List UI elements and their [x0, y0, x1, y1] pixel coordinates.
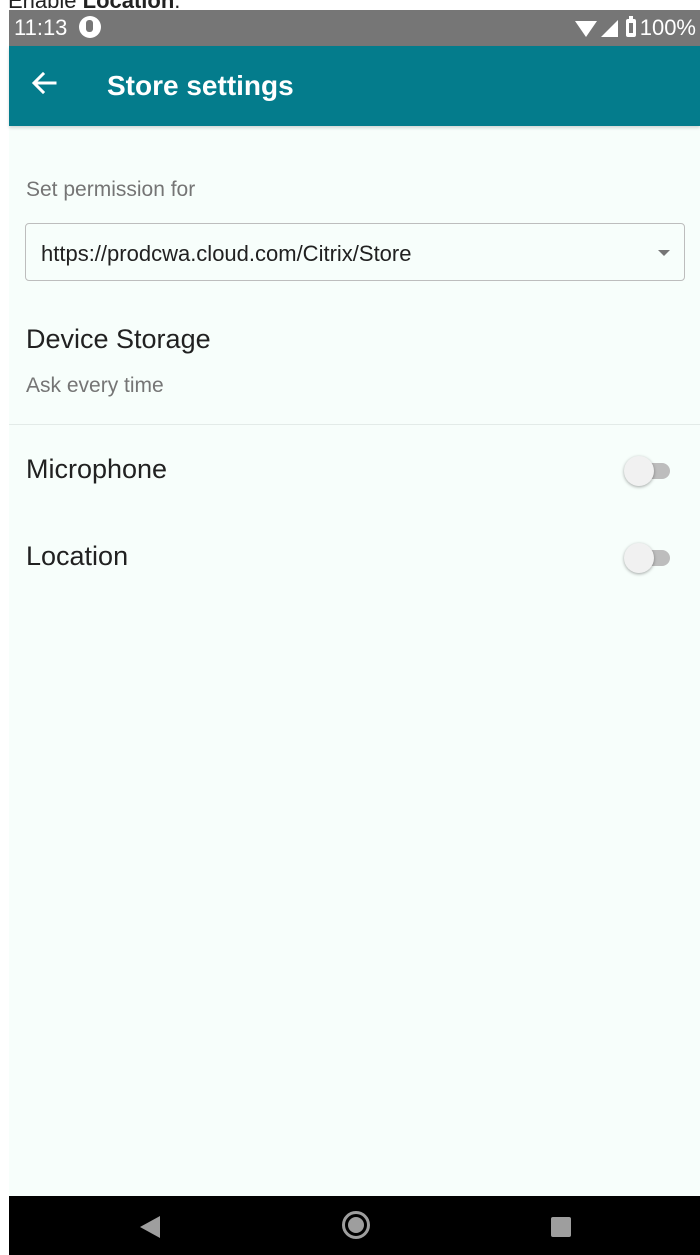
nav-back-icon[interactable] — [140, 1216, 160, 1238]
arrow-back-icon[interactable] — [29, 68, 59, 98]
cell-signal-icon — [600, 19, 618, 37]
microphone-toggle[interactable] — [624, 456, 672, 486]
nav-recents-icon[interactable] — [551, 1217, 571, 1237]
system-nav-bar — [9, 1196, 700, 1255]
nav-home-icon[interactable] — [342, 1211, 370, 1239]
battery-icon — [625, 16, 636, 37]
dropdown-caret-icon — [658, 250, 670, 256]
device-storage-title[interactable]: Device Storage — [26, 324, 211, 355]
status-bar: 11:13 100% — [9, 10, 700, 46]
phone-screen: 11:13 100% Store settings Set permission… — [9, 10, 700, 1255]
device-storage-value: Ask every time — [26, 374, 164, 397]
notification-icon — [79, 16, 101, 38]
location-toggle[interactable] — [624, 543, 672, 573]
divider — [9, 424, 700, 425]
app-bar: Store settings — [9, 46, 700, 126]
wifi-icon — [574, 21, 597, 37]
status-icons: 100% — [574, 15, 696, 41]
battery-percent: 100% — [639, 15, 696, 40]
page-title: Store settings — [107, 70, 294, 101]
location-label: Location — [26, 541, 129, 571]
store-select-value: https://prodcwa.cloud.com/Citrix/Store — [41, 241, 412, 266]
set-permission-label: Set permission for — [26, 178, 196, 201]
microphone-toggle-thumb — [624, 456, 654, 486]
status-time: 11:13 — [14, 15, 68, 40]
location-toggle-thumb — [624, 543, 654, 573]
microphone-label: Microphone — [26, 454, 168, 484]
screenshot-frame: Enable Location. 11:13 100% Store settin… — [0, 0, 700, 1255]
store-select[interactable]: https://prodcwa.cloud.com/Citrix/Store — [25, 223, 685, 281]
